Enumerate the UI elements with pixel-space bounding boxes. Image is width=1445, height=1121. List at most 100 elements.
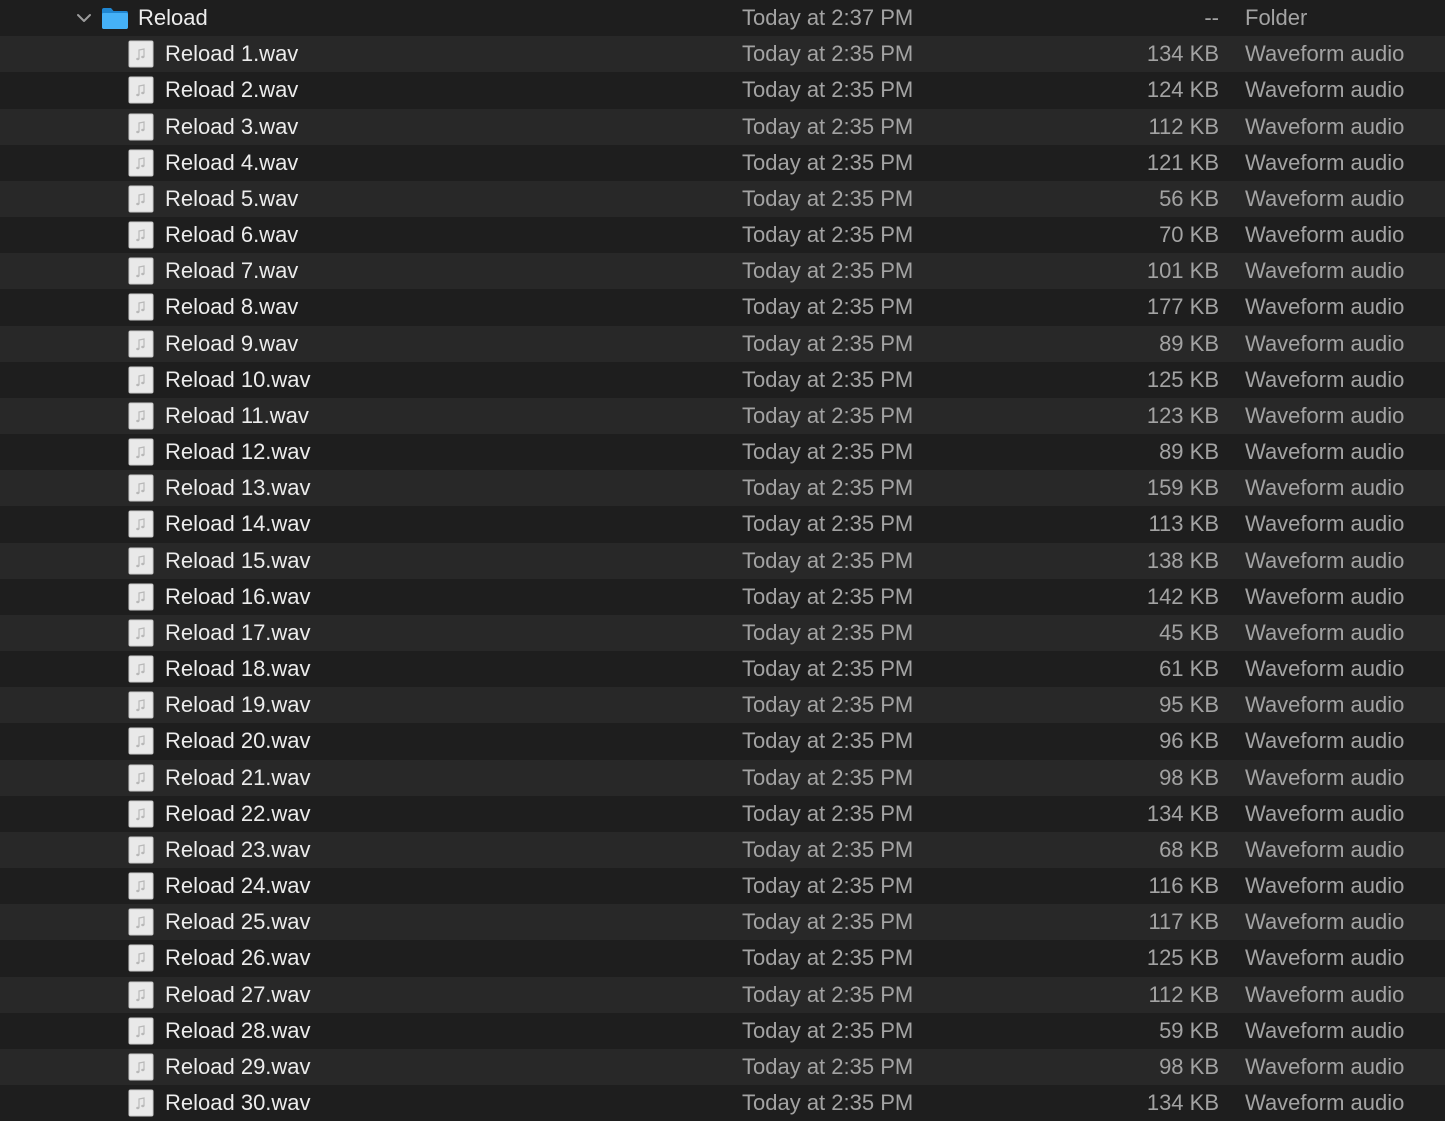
file-date-modified: Today at 2:35 PM	[742, 1054, 914, 1079]
file-row[interactable]: Reload 9.wav Today at 2:35 PM 89 KB Wave…	[0, 326, 1445, 362]
audio-file-icon	[128, 836, 154, 864]
file-row[interactable]: Reload 27.wav Today at 2:35 PM 112 KB Wa…	[0, 977, 1445, 1013]
file-size: 116 KB	[1148, 873, 1219, 898]
file-row[interactable]: Reload 29.wav Today at 2:35 PM 98 KB Wav…	[0, 1049, 1445, 1085]
file-row[interactable]: Reload 24.wav Today at 2:35 PM 116 KB Wa…	[0, 868, 1445, 904]
file-kind: Waveform audio	[1245, 945, 1405, 970]
file-date-modified: Today at 2:35 PM	[742, 656, 914, 681]
file-row[interactable]: Reload 22.wav Today at 2:35 PM 134 KB Wa…	[0, 796, 1445, 832]
file-kind: Waveform audio	[1245, 801, 1405, 826]
file-size: 95 KB	[1159, 692, 1219, 717]
audio-file-icon	[128, 981, 154, 1009]
file-size: 56 KB	[1159, 186, 1219, 211]
audio-file-icon	[128, 1053, 154, 1081]
file-row[interactable]: Reload 12.wav Today at 2:35 PM 89 KB Wav…	[0, 434, 1445, 470]
file-size: 61 KB	[1159, 656, 1219, 681]
file-name: Reload 6.wav	[165, 222, 299, 247]
file-name: Reload 9.wav	[165, 331, 299, 356]
file-row[interactable]: Reload 18.wav Today at 2:35 PM 61 KB Wav…	[0, 651, 1445, 687]
file-name: Reload 29.wav	[165, 1054, 311, 1079]
file-date-modified: Today at 2:35 PM	[742, 331, 914, 356]
audio-file-icon	[128, 330, 154, 358]
file-row[interactable]: Reload 19.wav Today at 2:35 PM 95 KB Wav…	[0, 687, 1445, 723]
file-size: 125 KB	[1146, 945, 1219, 970]
audio-file-icon	[128, 474, 154, 502]
file-row[interactable]: Reload 26.wav Today at 2:35 PM 125 KB Wa…	[0, 940, 1445, 976]
file-name: Reload 12.wav	[165, 439, 311, 464]
file-row[interactable]: Reload 6.wav Today at 2:35 PM 70 KB Wave…	[0, 217, 1445, 253]
file-name: Reload 24.wav	[165, 873, 311, 898]
audio-file-icon	[128, 257, 154, 285]
file-name: Reload 11.wav	[165, 403, 309, 428]
file-name: Reload 8.wav	[165, 294, 299, 319]
file-row[interactable]: Reload 8.wav Today at 2:35 PM 177 KB Wav…	[0, 289, 1445, 325]
file-kind: Waveform audio	[1245, 77, 1405, 102]
file-row[interactable]: Reload 2.wav Today at 2:35 PM 124 KB Wav…	[0, 72, 1445, 108]
file-name: Reload 2.wav	[165, 77, 299, 102]
file-kind: Waveform audio	[1245, 909, 1405, 934]
file-name: Reload 23.wav	[165, 837, 311, 862]
file-row[interactable]: Reload 23.wav Today at 2:35 PM 68 KB Wav…	[0, 832, 1445, 868]
file-row[interactable]: Reload 17.wav Today at 2:35 PM 45 KB Wav…	[0, 615, 1445, 651]
folder-row[interactable]: Reload Today at 2:37 PM -- Folder	[0, 0, 1445, 36]
file-size: 112 KB	[1148, 982, 1219, 1007]
file-date-modified: Today at 2:35 PM	[742, 367, 914, 392]
file-date-modified: Today at 2:35 PM	[742, 982, 914, 1007]
file-kind: Waveform audio	[1245, 728, 1405, 753]
file-row[interactable]: Reload 7.wav Today at 2:35 PM 101 KB Wav…	[0, 253, 1445, 289]
file-name: Reload 26.wav	[165, 945, 311, 970]
file-date-modified: Today at 2:35 PM	[742, 837, 914, 862]
file-row[interactable]: Reload 30.wav Today at 2:35 PM 134 KB Wa…	[0, 1085, 1445, 1121]
file-row[interactable]: Reload 28.wav Today at 2:35 PM 59 KB Wav…	[0, 1013, 1445, 1049]
file-date-modified: Today at 2:35 PM	[742, 41, 914, 66]
file-row[interactable]: Reload 16.wav Today at 2:35 PM 142 KB Wa…	[0, 579, 1445, 615]
file-size: 98 KB	[1159, 1054, 1219, 1079]
file-date-modified: Today at 2:35 PM	[742, 801, 914, 826]
file-date-modified: Today at 2:35 PM	[742, 584, 914, 609]
chevron-down-icon[interactable]	[72, 6, 96, 30]
file-date-modified: Today at 2:35 PM	[742, 475, 914, 500]
file-size: 89 KB	[1159, 439, 1219, 464]
file-date-modified: Today at 2:35 PM	[742, 765, 914, 790]
file-row[interactable]: Reload 5.wav Today at 2:35 PM 56 KB Wave…	[0, 181, 1445, 217]
audio-file-icon	[128, 800, 154, 828]
audio-file-icon	[128, 764, 154, 792]
file-kind: Waveform audio	[1245, 511, 1405, 536]
file-name: Reload 28.wav	[165, 1018, 311, 1043]
file-name: Reload 20.wav	[165, 728, 311, 753]
file-kind: Waveform audio	[1245, 150, 1405, 175]
file-row[interactable]: Reload 15.wav Today at 2:35 PM 138 KB Wa…	[0, 543, 1445, 579]
file-row[interactable]: Reload 11.wav Today at 2:35 PM 123 KB Wa…	[0, 398, 1445, 434]
file-date-modified: Today at 2:35 PM	[742, 945, 914, 970]
file-size: 89 KB	[1159, 331, 1219, 356]
file-kind: Waveform audio	[1245, 41, 1405, 66]
file-row[interactable]: Reload 10.wav Today at 2:35 PM 125 KB Wa…	[0, 362, 1445, 398]
file-name: Reload 25.wav	[165, 909, 311, 934]
audio-file-icon	[128, 1089, 154, 1117]
file-name: Reload 13.wav	[165, 475, 311, 500]
file-row[interactable]: Reload 25.wav Today at 2:35 PM 117 KB Wa…	[0, 904, 1445, 940]
file-name: Reload 4.wav	[165, 150, 299, 175]
audio-file-icon	[128, 583, 154, 611]
file-kind: Waveform audio	[1245, 1054, 1405, 1079]
file-row[interactable]: Reload 21.wav Today at 2:35 PM 98 KB Wav…	[0, 760, 1445, 796]
file-name: Reload 3.wav	[165, 114, 299, 139]
file-name: Reload 5.wav	[165, 186, 299, 211]
file-row[interactable]: Reload 4.wav Today at 2:35 PM 121 KB Wav…	[0, 145, 1445, 181]
file-row[interactable]: Reload 14.wav Today at 2:35 PM 113 KB Wa…	[0, 506, 1445, 542]
audio-file-icon	[128, 113, 154, 141]
file-row[interactable]: Reload 3.wav Today at 2:35 PM 112 KB Wav…	[0, 109, 1445, 145]
file-size: 112 KB	[1148, 114, 1219, 139]
file-name: Reload 27.wav	[165, 982, 311, 1007]
file-kind: Waveform audio	[1245, 873, 1405, 898]
file-size: 125 KB	[1146, 367, 1219, 392]
file-date-modified: Today at 2:35 PM	[742, 439, 914, 464]
file-row[interactable]: Reload 13.wav Today at 2:35 PM 159 KB Wa…	[0, 470, 1445, 506]
file-date-modified: Today at 2:35 PM	[742, 403, 914, 428]
file-row[interactable]: Reload 20.wav Today at 2:35 PM 96 KB Wav…	[0, 723, 1445, 759]
file-date-modified: Today at 2:35 PM	[742, 1018, 914, 1043]
file-size: 96 KB	[1159, 728, 1219, 753]
file-date-modified: Today at 2:35 PM	[742, 222, 914, 247]
file-row[interactable]: Reload 1.wav Today at 2:35 PM 134 KB Wav…	[0, 36, 1445, 72]
file-name: Reload 21.wav	[165, 765, 311, 790]
